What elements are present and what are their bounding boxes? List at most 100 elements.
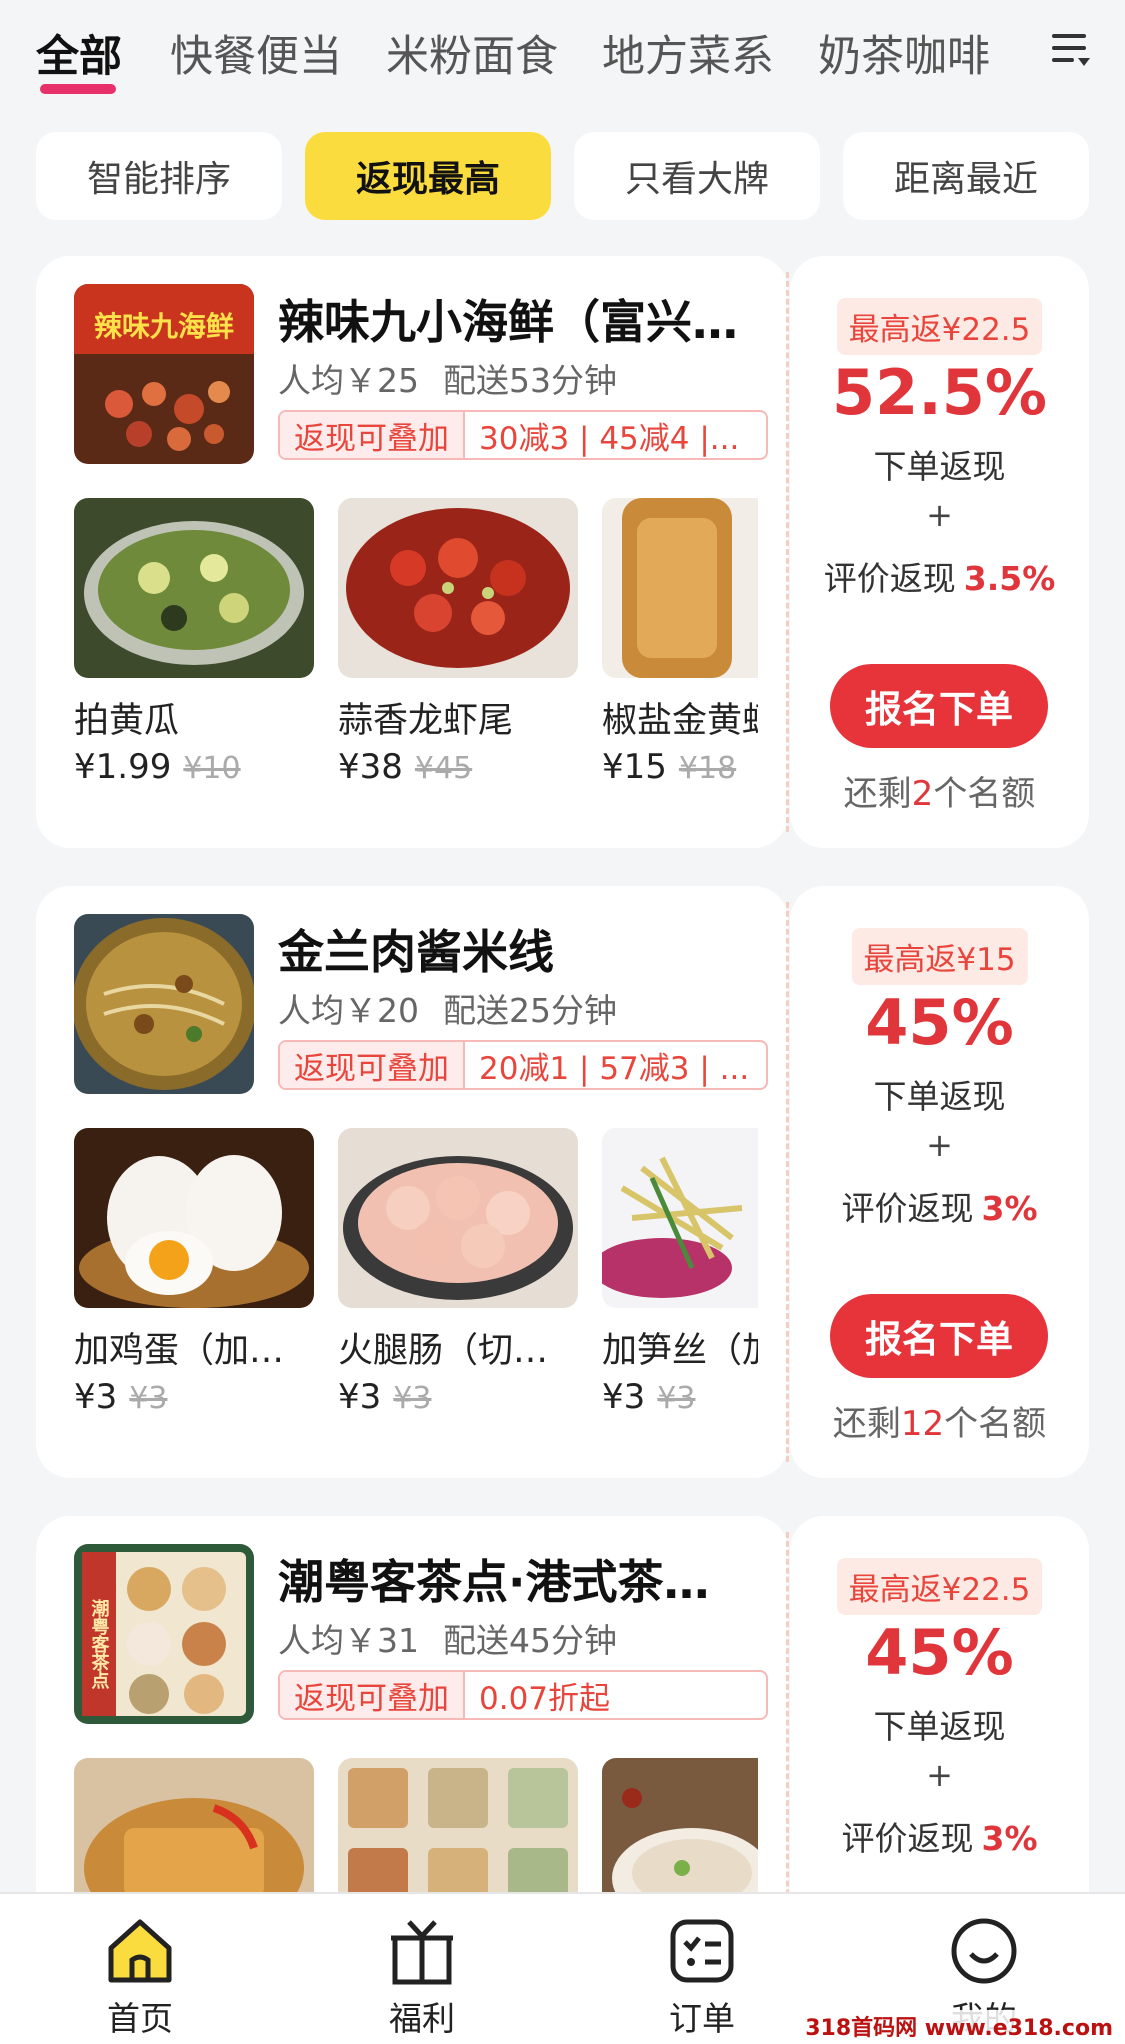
dish-name: 椒盐金黄虾 [602, 701, 758, 741]
dish-image [602, 1128, 758, 1308]
remaining-quota: 还剩2个名额 [790, 766, 1089, 815]
quota-prefix: 还剩 [843, 774, 912, 814]
review-cashback-label: 评价返现 [823, 559, 956, 598]
store-logo: 辣味九海鲜 [74, 284, 254, 464]
quota-count: 12 [900, 1404, 945, 1444]
dish-current-price: ¥3 [338, 1377, 382, 1417]
watermark: 318首码网 www.e318.com [801, 2010, 1117, 2042]
dish-current-price: ¥15 [602, 747, 667, 787]
review-cashback: 评价返现 3% [790, 1182, 1089, 1230]
review-cashback-rate: 3% [981, 1819, 1038, 1858]
dish-name: 拍黄瓜 [74, 701, 180, 741]
promo-text: 20减1 | 57减3 | ... [479, 1050, 750, 1087]
store-card[interactable]: 辣味九海鲜 辣味九小海鲜（富兴… 人均￥25 配送53分钟 返现可叠加 30减3 … [36, 256, 788, 848]
cashback-panel: 最高返¥22.5 52.5% 下单返现 + 评价返现 3.5% 报名下单 还剩2个… [790, 256, 1089, 848]
store-name[interactable]: 潮粤客茶点·港式茶… [278, 1546, 768, 1612]
order-cashback-label: 下单返现 [873, 1707, 1006, 1746]
quota-suffix: 个名额 [933, 774, 1036, 814]
dish-original-price: ¥18 [678, 751, 737, 786]
active-tab-indicator [40, 84, 116, 94]
dish-current-price: ¥38 [338, 747, 403, 787]
dish-name: 加笋丝（加 [602, 1331, 758, 1371]
avg-price: 人均￥25 [278, 361, 419, 400]
gift-icon [385, 1914, 459, 1988]
delivery-time: 配送45分钟 [443, 1621, 617, 1660]
tab-regional-cuisine[interactable]: 地方菜系 [602, 22, 774, 84]
dish-name: 加鸡蛋（加… [74, 1331, 285, 1371]
remaining-quota: 还剩12个名额 [790, 1396, 1089, 1445]
category-tab-bar: 全部 快餐便当 米粉面食 地方菜系 奶茶咖啡 [0, 0, 1125, 115]
smile-profile-icon [947, 1914, 1021, 1988]
dish-item[interactable]: 火腿肠（切… ¥3 ¥3 [338, 1128, 578, 1417]
sort-highest-cashback[interactable]: 返现最高 [305, 132, 551, 220]
store-logo-text: 辣味九海鲜 [94, 310, 234, 343]
card-divider [786, 272, 789, 832]
max-return-badge: 最高返¥22.5 [836, 298, 1043, 355]
tab-fast-food[interactable]: 快餐便当 [170, 22, 342, 84]
store-logo [74, 914, 254, 1094]
store-meta: 人均￥20 配送25分钟 [278, 984, 617, 1032]
sort-big-brands[interactable]: 只看大牌 [574, 132, 820, 220]
review-cashback-label: 评价返现 [841, 1819, 974, 1858]
order-list-icon [665, 1914, 739, 1988]
dish-original-price: ¥3 [393, 1381, 432, 1416]
dish-price: ¥15 ¥18 [602, 747, 758, 787]
store-name[interactable]: 辣味九小海鲜（富兴… [278, 286, 768, 352]
avg-price: 人均￥20 [278, 991, 419, 1030]
dish-item[interactable]: 加鸡蛋（加… ¥3 ¥3 [74, 1128, 314, 1417]
dish-image [74, 1128, 314, 1308]
quota-prefix: 还剩 [832, 1404, 901, 1444]
promo-tag: 返现可叠加 [280, 1042, 465, 1088]
nav-orders[interactable]: 订单 [632, 1914, 772, 2040]
quota-count: 2 [911, 774, 934, 814]
tab-tea-coffee[interactable]: 奶茶咖啡 [818, 22, 990, 84]
dish-current-price: ¥1.99 [74, 747, 172, 787]
dish-item[interactable]: 拍黄瓜 ¥1.99 ¥10 [74, 498, 314, 787]
order-cashback-rate: 52.5% [831, 356, 1048, 429]
nav-label: 福利 [389, 1999, 455, 2038]
dish-item[interactable]: 加笋丝（加 ¥3 ¥3 [602, 1128, 758, 1417]
promo-bar: 返现可叠加 0.07折起 [278, 1670, 768, 1720]
dish-item[interactable]: 蒜香龙虾尾 ¥38 ¥45 [338, 498, 578, 787]
store-name[interactable]: 金兰肉酱米线 [278, 916, 768, 982]
dish-image [338, 1128, 578, 1308]
dish-price: ¥38 ¥45 [338, 747, 578, 787]
sort-nearest[interactable]: 距离最近 [843, 132, 1089, 220]
store-card[interactable]: 金兰肉酱米线 人均￥20 配送25分钟 返现可叠加 20减1 | 57减3 | .… [36, 886, 788, 1478]
cashback-panel: 最高返¥15 45% 下单返现 + 评价返现 3% 报名下单 还剩12个名额 [790, 886, 1089, 1478]
dish-original-price: ¥3 [129, 1381, 168, 1416]
dish-price: ¥1.99 ¥10 [74, 747, 314, 787]
sort-smart[interactable]: 智能排序 [36, 132, 282, 220]
signup-order-button[interactable]: 报名下单 [830, 1294, 1048, 1378]
order-cashback-rate: 45% [865, 1616, 1014, 1689]
signup-order-button[interactable]: 报名下单 [830, 664, 1048, 748]
menu-icon[interactable] [1050, 28, 1092, 72]
dish-image [602, 498, 758, 678]
nav-welfare[interactable]: 福利 [352, 1914, 492, 2040]
dish-current-price: ¥3 [602, 1377, 646, 1417]
promo-bar: 返现可叠加 30减3 | 45减4 |... [278, 410, 768, 460]
promo-tag: 返现可叠加 [280, 1672, 465, 1718]
dish-price: ¥3 ¥3 [602, 1377, 758, 1417]
store-logo-text: 潮粤客茶点 [89, 1599, 110, 1690]
max-return-badge: 最高返¥15 [851, 928, 1028, 985]
nav-home[interactable]: 首页 [70, 1914, 210, 2040]
store-logo: 潮粤客茶点 [74, 1544, 254, 1724]
dish-price: ¥3 ¥3 [74, 1377, 314, 1417]
dish-name: 火腿肠（切… [338, 1331, 549, 1371]
dish-name: 蒜香龙虾尾 [338, 701, 514, 741]
plus-sign: + [926, 1126, 953, 1164]
review-cashback: 评价返现 3% [790, 1812, 1089, 1860]
promo-bar: 返现可叠加 20减1 | 57减3 | ... [278, 1040, 768, 1090]
tab-all[interactable]: 全部 [36, 22, 122, 84]
dish-image [74, 498, 314, 678]
review-cashback-label: 评价返现 [841, 1189, 974, 1228]
store-meta: 人均￥31 配送45分钟 [278, 1614, 617, 1662]
dish-item[interactable]: 椒盐金黄虾 ¥15 ¥18 [602, 498, 758, 787]
promo-text: 0.07折起 [479, 1680, 611, 1717]
promo-tag: 返现可叠加 [280, 412, 465, 458]
delivery-time: 配送25分钟 [443, 991, 617, 1030]
nav-label: 首页 [107, 1999, 173, 2038]
tab-noodles[interactable]: 米粉面食 [386, 22, 558, 84]
review-cashback: 评价返现 3.5% [790, 552, 1089, 600]
